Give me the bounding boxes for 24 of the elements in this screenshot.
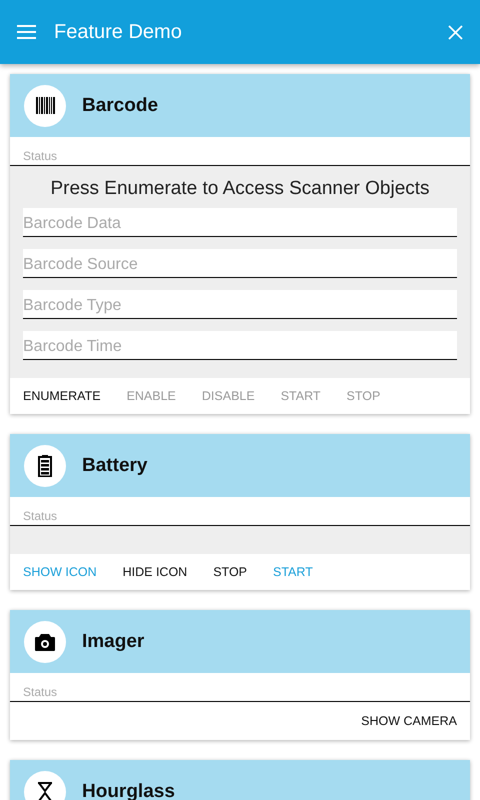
status-field[interactable]: Status [23, 509, 470, 523]
action-button[interactable]: START [273, 559, 313, 585]
battery-icon [38, 454, 52, 476]
action-button[interactable]: SHOW CAMERA [361, 708, 457, 734]
input-field[interactable]: Barcode Source [23, 249, 457, 278]
input-field[interactable]: Barcode Type [23, 290, 457, 319]
status-field[interactable]: Status [23, 149, 470, 163]
input-field[interactable]: Barcode Time [23, 331, 457, 360]
panel-heading: Press Enumerate to Access Scanner Objects [49, 178, 431, 200]
input-field[interactable]: Barcode Data [23, 208, 457, 237]
camera-icon [35, 632, 55, 650]
status-field[interactable]: Status [23, 685, 470, 699]
card-title: Battery [82, 454, 148, 476]
app-title: Feature Demo [54, 20, 183, 44]
card-title: Barcode [82, 94, 158, 116]
action-button[interactable]: SHOW ICON [23, 559, 97, 585]
action-button[interactable]: ENUMERATE [23, 383, 101, 409]
action-button[interactable]: HIDE ICON [122, 559, 188, 585]
close-icon[interactable] [448, 24, 463, 40]
action-button[interactable]: STOP [213, 559, 248, 585]
hourglass-icon [37, 782, 53, 800]
menu-icon[interactable] [17, 25, 36, 39]
card-title: Imager [82, 630, 144, 652]
barcode-icon [36, 97, 54, 114]
